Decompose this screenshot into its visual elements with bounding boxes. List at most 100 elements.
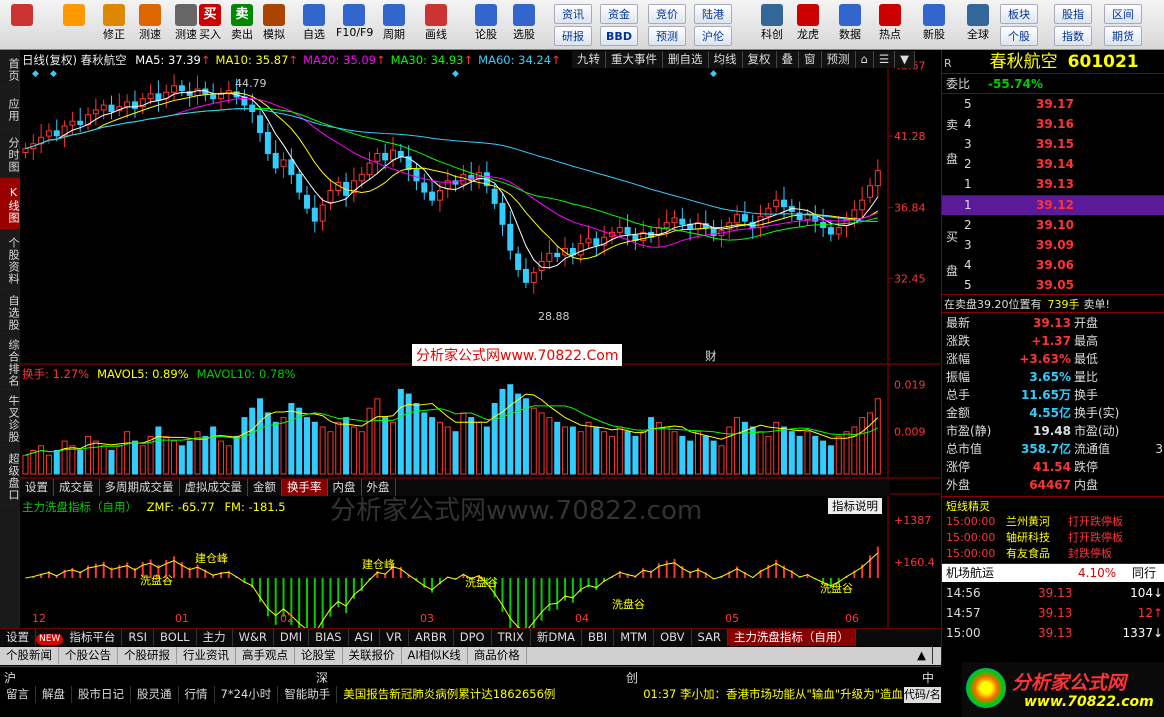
clock-tool-button[interactable]: 测速 <box>132 2 168 48</box>
pe-tool-button[interactable]: 数据 <box>832 2 868 48</box>
news-ticker-2[interactable]: 01:37 李小加：香港市场功能从"输血"升级为"造血" <box>637 686 914 703</box>
info-tab[interactable]: 论股堂 <box>295 647 343 664</box>
indicator-tab[interactable]: W&R <box>233 629 274 646</box>
short-alert[interactable]: 15:00:00 轴研科技 打开跌停板 <box>942 530 1164 546</box>
status-button[interactable]: 7*24小时 <box>215 686 279 703</box>
collapse-icon[interactable]: ▲ <box>911 647 933 664</box>
volume-tab[interactable]: 换手率 <box>282 479 328 496</box>
indicator-tab[interactable]: VR <box>380 629 409 646</box>
cycle-tool-button[interactable]: 周期 <box>376 2 412 48</box>
market-index[interactable]: 创 <box>626 669 638 686</box>
indicator-tab[interactable]: DPO <box>454 629 492 646</box>
status-button[interactable]: 行情 <box>179 686 215 703</box>
info-tab[interactable]: 关联报价 <box>343 647 402 664</box>
info-tab[interactable]: 个股新闻 <box>0 647 59 664</box>
status-button[interactable]: 留言 <box>0 686 36 703</box>
short-alert[interactable]: 15:00:00 兰州黄河 打开跌停板 <box>942 514 1164 530</box>
doc-tool-button[interactable]: F10/F9 <box>336 2 373 48</box>
volume-tab[interactable]: 成交量 <box>54 479 100 496</box>
lock-icon[interactable]: ⌂ <box>856 51 874 68</box>
left-tab[interactable]: 自选股 <box>0 290 20 334</box>
sell-level[interactable]: 1 39.13 <box>942 175 1164 194</box>
left-tab[interactable]: 分时图 <box>0 130 20 178</box>
buy-level[interactable]: 4 39.06 <box>942 256 1164 275</box>
indicator-help-button[interactable]: 指标说明 <box>828 498 882 514</box>
buy-tool-button[interactable]: 买买入 <box>192 2 228 48</box>
star-tool-button[interactable]: 自选 <box>296 2 332 48</box>
indicator-tab[interactable]: MTM <box>614 629 655 646</box>
dragon-tool-button[interactable]: 龙虎 <box>790 2 826 48</box>
left-tab[interactable]: 综合排名 <box>0 334 20 390</box>
volume-tab[interactable]: 设置 <box>20 479 54 496</box>
indicator-tab[interactable]: RSI <box>122 629 155 646</box>
sell-level[interactable]: 3 39.15 <box>942 135 1164 154</box>
info-tab[interactable]: 高手观点 <box>236 647 295 664</box>
toolbar-link[interactable]: 板块 <box>1000 4 1038 24</box>
toolbar-link[interactable]: 沪伦 <box>694 26 732 46</box>
info-tab[interactable]: AI相似K线 <box>402 647 468 664</box>
kline-option-button[interactable]: 九转 <box>572 51 606 68</box>
info-tab[interactable]: 商品价格 <box>468 647 527 664</box>
indicator-tab[interactable]: 新DMA <box>531 629 583 646</box>
toolbar-link[interactable]: BBD <box>600 26 638 46</box>
toolbar-link[interactable]: 股指 <box>1054 4 1092 24</box>
toolbar-link[interactable]: 期货 <box>1104 26 1142 46</box>
peer-button[interactable]: 同行 <box>1132 564 1156 583</box>
toolbar-link[interactable]: 研报 <box>554 26 592 46</box>
sell-level[interactable]: 5 39.17 <box>942 95 1164 114</box>
kline-option-button[interactable]: 复权 <box>743 51 777 68</box>
market-index[interactable]: 沪 <box>4 669 16 686</box>
toolbar-link[interactable]: 竞价 <box>648 4 686 24</box>
back-arrow-tool-button[interactable] <box>56 2 92 48</box>
chart-canvas[interactable]: 45.6741.2836.8432.45◆◆◆◆0.0190.009+1387+… <box>20 50 940 628</box>
volume-tab[interactable]: 金额 <box>248 479 282 496</box>
indicator-tab[interactable]: 主力 <box>197 629 233 646</box>
info-tab[interactable]: 个股公告 <box>59 647 118 664</box>
left-tab[interactable]: 首页 <box>0 50 20 88</box>
left-tab[interactable]: K线图 <box>0 178 20 230</box>
indicator-tab[interactable]: 主力洗盘指标（自用） <box>727 629 856 646</box>
indicator-tab[interactable]: BOLL <box>154 629 197 646</box>
kline-option-button[interactable]: 重大事件 <box>606 51 663 68</box>
left-tab[interactable]: 应用 <box>0 88 20 130</box>
dropdown-icon[interactable]: ▼ <box>895 51 915 68</box>
volume-tab[interactable]: 虚拟成交量 <box>180 479 248 496</box>
short-alert[interactable]: 15:00:00 有友食品 封跌停板 <box>942 546 1164 562</box>
indicator-tab[interactable]: TRIX <box>492 629 531 646</box>
indicator-tab[interactable]: 指标平台 <box>63 629 123 646</box>
left-tab[interactable]: 超级盘口 <box>0 446 20 506</box>
left-tab[interactable]: 个股资料 <box>0 230 20 290</box>
indicator-tab[interactable]: BBI <box>582 629 615 646</box>
toolbar-link[interactable]: 预测 <box>648 26 686 46</box>
kline-option-button[interactable]: 叠 <box>777 51 799 68</box>
code-search-button[interactable]: 代码/名称 <box>904 687 941 703</box>
indicator-tab[interactable]: ASI <box>349 629 381 646</box>
buy-level[interactable]: 1 39.12 <box>942 196 1164 215</box>
grid-tool-button[interactable] <box>4 2 40 48</box>
buy-level[interactable]: 5 39.05 <box>942 276 1164 295</box>
kline-option-button[interactable]: 预测 <box>822 51 856 68</box>
search-tool-button[interactable]: 选股 <box>506 2 542 48</box>
toolbar-link[interactable]: 资讯 <box>554 4 592 24</box>
indicator-tab[interactable]: ARBR <box>409 629 454 646</box>
buy-level[interactable]: 3 39.09 <box>942 236 1164 255</box>
hammer-tool-button[interactable]: 模拟 <box>256 2 292 48</box>
indicator-tab[interactable]: 设置 <box>0 629 36 646</box>
kline-option-button[interactable]: 删自选 <box>663 51 709 68</box>
status-button[interactable]: 股市日记 <box>72 686 131 703</box>
indicator-tab[interactable]: SAR <box>692 629 728 646</box>
globe-tool-button[interactable]: 全球 <box>960 2 996 48</box>
status-button[interactable]: 股灵通 <box>131 686 179 703</box>
status-button[interactable]: 智能助手 <box>278 686 338 703</box>
sell-tool-button[interactable]: 卖卖出 <box>224 2 260 48</box>
forum-tool-button[interactable]: 论股 <box>468 2 504 48</box>
arrows-tool-button[interactable]: 修正 <box>96 2 132 48</box>
sell-level[interactable]: 2 39.14 <box>942 155 1164 174</box>
info-tab[interactable]: 行业资讯 <box>177 647 236 664</box>
buy-level[interactable]: 2 39.10 <box>942 216 1164 235</box>
toolbar-link[interactable]: 个股 <box>1000 26 1038 46</box>
toolbar-link[interactable]: 区间 <box>1104 4 1142 24</box>
volume-tab[interactable]: 多周期成交量 <box>100 479 180 496</box>
menu-icon[interactable]: ☰ <box>874 51 896 68</box>
left-tab[interactable]: 牛叉诊股 <box>0 390 20 446</box>
